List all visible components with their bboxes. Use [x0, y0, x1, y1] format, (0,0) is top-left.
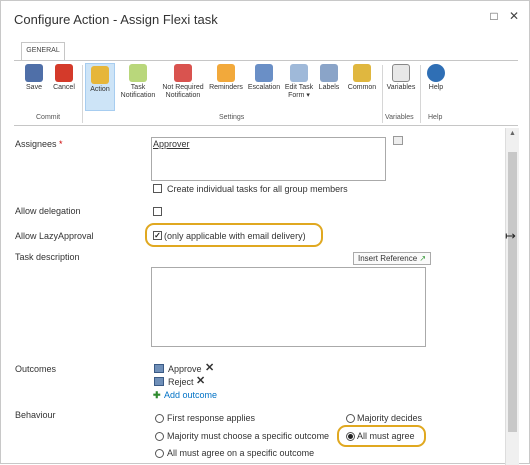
close-icon[interactable]: ✕ [507, 9, 521, 23]
first-response-radio[interactable] [155, 414, 164, 423]
not-required-notification-label: Not Required Notification [162, 84, 204, 99]
allow-delegation-checkbox[interactable] [153, 207, 162, 216]
variables-button[interactable]: Variables [385, 64, 417, 92]
majority-decides-radio[interactable] [346, 414, 355, 423]
remove-reject-icon[interactable]: ✕ [196, 374, 205, 387]
all-specific-label: All must agree on a specific outcome [167, 448, 315, 458]
group-variables: Variables [385, 114, 414, 121]
group-settings: Settings [219, 114, 245, 121]
common-button[interactable]: Common [345, 64, 379, 92]
edit-task-form-button[interactable]: Edit Task Form ▾ [284, 64, 314, 100]
create-individual-tasks-checkbox[interactable] [153, 184, 162, 193]
cancel-label: Cancel [53, 84, 75, 91]
assignees-label: Assignees * [15, 139, 63, 149]
remove-approve-icon[interactable]: ✕ [205, 361, 214, 374]
majority-specific-label: Majority must choose a specific outcome [167, 431, 330, 441]
edit-task-form-label: Edit Task Form ▾ [284, 84, 314, 99]
outcome-reject[interactable]: Reject [168, 377, 194, 387]
group-separator [382, 65, 383, 123]
outcomes-label: Outcomes [15, 364, 57, 374]
scroll-up-icon[interactable]: ▲ [509, 130, 516, 137]
insert-reference-icon: ↗ [419, 254, 427, 263]
add-outcome-link[interactable]: Add outcome [164, 390, 217, 400]
cancel-icon [55, 64, 73, 82]
fx-icon [392, 64, 410, 82]
all-must-agree-label: All must agree [357, 431, 415, 441]
save-label: Save [26, 84, 42, 91]
cancel-button[interactable]: Cancel [50, 64, 78, 92]
task-description-textarea[interactable] [151, 267, 426, 347]
escalation-icon [255, 64, 273, 82]
tab-general[interactable]: GENERAL [21, 42, 65, 60]
vertical-scrollbar[interactable]: ▲ [505, 128, 519, 465]
action-label: Action [90, 86, 110, 93]
action-button[interactable]: Action [85, 63, 115, 111]
group-help: Help [428, 114, 443, 121]
outcome-icon [154, 364, 164, 373]
common-icon [353, 64, 371, 82]
edit-task-form-icon [290, 64, 308, 82]
outcome-approve[interactable]: Approve [168, 364, 202, 374]
task-notification-label: Task Notification [120, 84, 156, 99]
scrollbar-thumb[interactable] [508, 152, 517, 432]
allow-lazyapproval-checkbox[interactable] [153, 231, 162, 240]
lazyapproval-note: (only applicable with email delivery) [164, 231, 306, 241]
all-must-agree-radio[interactable] [346, 432, 355, 441]
task-description-label: Task description [15, 252, 80, 262]
behaviour-label: Behaviour [15, 410, 56, 420]
configure-action-dialog: Configure Action - Assign Flexi task □ ✕… [0, 0, 530, 465]
create-individual-tasks-label: Create individual tasks for all group me… [167, 184, 348, 194]
majority-decides-label: Majority decides [357, 413, 423, 423]
escalation-label: Escalation [247, 84, 281, 91]
all-specific-radio[interactable] [155, 449, 164, 458]
gear-icon [91, 66, 109, 84]
reminders-icon [217, 64, 235, 82]
reminders-label: Reminders [209, 84, 243, 91]
assignees-field[interactable]: Approver [151, 137, 386, 181]
common-label: Common [347, 84, 377, 91]
labels-button[interactable]: Labels [316, 64, 342, 92]
required-mark: * [59, 139, 63, 149]
assignees-label-text: Assignees [15, 139, 57, 149]
allow-delegation-label: Allow delegation [15, 206, 81, 216]
task-notification-icon [129, 64, 147, 82]
labels-label: Labels [318, 84, 340, 91]
assignee-approver: Approver [153, 139, 190, 149]
not-required-notification-button[interactable]: Not Required Notification [160, 64, 206, 100]
help-label: Help [428, 84, 444, 91]
maximize-icon[interactable]: □ [487, 9, 501, 23]
majority-specific-radio[interactable] [155, 432, 164, 441]
group-separator [82, 65, 83, 123]
address-book-icon[interactable] [393, 136, 403, 145]
save-icon [25, 64, 43, 82]
first-response-label: First response applies [167, 413, 256, 423]
ribbon: Save Cancel Commit Action Task Notificat… [14, 60, 518, 126]
variables-label: Variables [386, 84, 416, 91]
allow-lazyapproval-label: Allow LazyApproval [15, 231, 94, 241]
save-button[interactable]: Save [22, 64, 46, 92]
not-required-notification-icon [174, 64, 192, 82]
reminders-button[interactable]: Reminders [208, 64, 244, 92]
mouse-cursor-icon: ↦ [505, 228, 516, 243]
help-icon [427, 64, 445, 82]
insert-reference-label: Insert Reference [358, 254, 418, 263]
help-button[interactable]: Help [424, 64, 448, 92]
group-commit: Commit [36, 114, 61, 121]
escalation-button[interactable]: Escalation [246, 64, 282, 92]
insert-reference-button[interactable]: Insert Reference ↗ [353, 252, 432, 265]
group-separator [420, 65, 421, 123]
labels-icon [320, 64, 338, 82]
add-outcome-icon[interactable]: ✚ [153, 390, 161, 401]
dialog-title: Configure Action - Assign Flexi task [14, 12, 218, 27]
outcome-icon [154, 377, 164, 386]
task-notification-button[interactable]: Task Notification [118, 64, 158, 100]
